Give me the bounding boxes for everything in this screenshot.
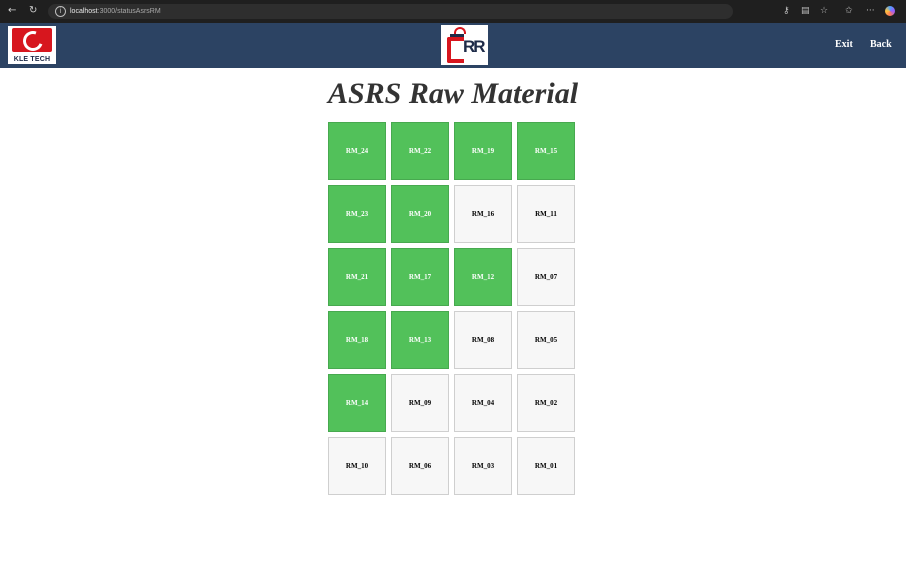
rack-grid: RM_24 RM_22 RM_19 RM_15 RM_23 RM_20 RM_16 RM_11… bbox=[328, 122, 576, 495]
rack-cell[interactable]: RM_22 bbox=[391, 122, 449, 180]
url-path: :3000/statusAsrsRM bbox=[97, 8, 161, 15]
browser-toolbar: ← ↻ i localhost:3000/statusAsrsRM ⚷ ▤ ☆ … bbox=[0, 0, 906, 23]
favorite-star-icon[interactable]: ☆ bbox=[820, 4, 828, 18]
key-icon[interactable]: ⚷ bbox=[783, 4, 790, 18]
rack-cell[interactable]: RM_13 bbox=[391, 311, 449, 369]
rack-cell[interactable]: RM_14 bbox=[328, 374, 386, 432]
rack-cell[interactable]: RM_12 bbox=[454, 248, 512, 306]
ctr-logo: RR bbox=[441, 25, 488, 65]
back-button[interactable]: Back bbox=[870, 39, 892, 50]
rack-cell[interactable]: RM_23 bbox=[328, 185, 386, 243]
site-info-icon[interactable]: i bbox=[55, 6, 66, 17]
rack-cell[interactable]: RM_01 bbox=[517, 437, 575, 495]
app-header: KLE TECH RR Exit Back bbox=[0, 23, 906, 68]
rack-cell[interactable]: RM_07 bbox=[517, 248, 575, 306]
address-url[interactable]: localhost:3000/statusAsrsRM bbox=[70, 5, 161, 18]
kle-logo-mark bbox=[12, 27, 52, 55]
rack-cell[interactable]: RM_24 bbox=[328, 122, 386, 180]
rack-cell[interactable]: RM_19 bbox=[454, 122, 512, 180]
rack-cell[interactable]: RM_15 bbox=[517, 122, 575, 180]
kle-tech-logo: KLE TECH bbox=[8, 26, 56, 64]
rack-cell[interactable]: RM_05 bbox=[517, 311, 575, 369]
rack-cell[interactable]: RM_17 bbox=[391, 248, 449, 306]
exit-button[interactable]: Exit bbox=[835, 39, 853, 50]
rack-cell[interactable]: RM_02 bbox=[517, 374, 575, 432]
back-arrow-icon[interactable]: ← bbox=[8, 4, 16, 18]
rack-cell[interactable]: RM_16 bbox=[454, 185, 512, 243]
reader-view-icon[interactable]: ▤ bbox=[801, 4, 810, 18]
rack-cell[interactable]: RM_11 bbox=[517, 185, 575, 243]
rack-cell[interactable]: RM_04 bbox=[454, 374, 512, 432]
more-menu-icon[interactable]: ··· bbox=[866, 4, 875, 18]
address-bar[interactable]: i localhost:3000/statusAsrsRM bbox=[48, 4, 733, 19]
url-host: localhost bbox=[70, 8, 98, 15]
rack-cell[interactable]: RM_21 bbox=[328, 248, 386, 306]
rack-cell[interactable]: RM_08 bbox=[454, 311, 512, 369]
rack-cell[interactable]: RM_10 bbox=[328, 437, 386, 495]
copilot-icon[interactable] bbox=[885, 6, 895, 16]
page-title: ASRS Raw Material bbox=[327, 77, 579, 110]
rack-cell[interactable]: RM_03 bbox=[454, 437, 512, 495]
kle-logo-text: KLE TECH bbox=[13, 56, 51, 63]
rack-cell[interactable]: RM_06 bbox=[391, 437, 449, 495]
rack-cell[interactable]: RM_09 bbox=[391, 374, 449, 432]
reload-icon[interactable]: ↻ bbox=[29, 4, 37, 18]
rack-cell[interactable]: RM_18 bbox=[328, 311, 386, 369]
favorites-icon[interactable]: ✩ bbox=[845, 4, 853, 18]
rack-cell[interactable]: RM_20 bbox=[391, 185, 449, 243]
